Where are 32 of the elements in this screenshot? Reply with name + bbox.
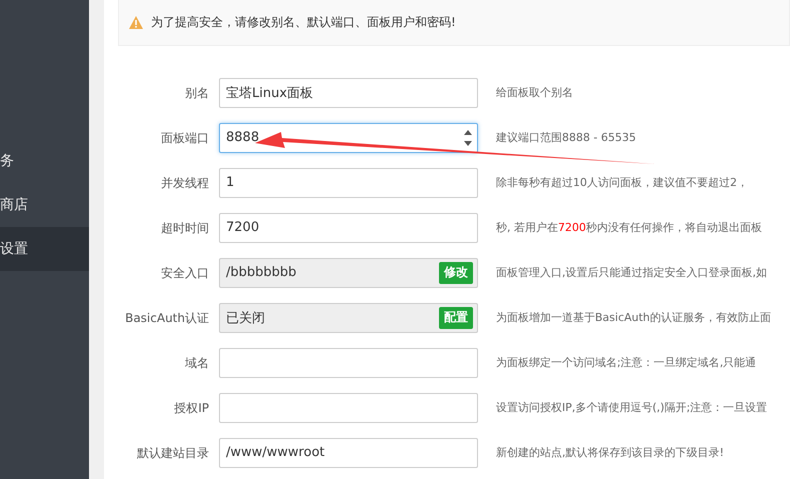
field-description: 新创建的站点,默认将保存到该目录的下级目录! bbox=[496, 445, 724, 460]
input-field[interactable]: 7200 bbox=[219, 212, 478, 242]
field-label: 别名 bbox=[184, 84, 209, 100]
field-label: 超时时间 bbox=[160, 220, 209, 236]
sidebar-item[interactable]: 商店 bbox=[0, 183, 89, 227]
field-label: 域名 bbox=[184, 354, 209, 370]
field-description: 秒, 若用户在7200秒内没有任何操作，将自动退出面板 bbox=[496, 220, 762, 235]
sidebar-item[interactable]: 设置 bbox=[0, 227, 89, 271]
field-label: 默认建站目录 bbox=[136, 444, 209, 460]
field-description: 建议端口范围8888 - 65535 bbox=[496, 130, 636, 145]
field-description: 为面板绑定一个访问域名;注意：一旦绑定域名,只能通 bbox=[496, 355, 756, 370]
input-field[interactable]: 已关闭 配置 bbox=[219, 302, 478, 332]
input-field[interactable]: 宝塔Linux面板 bbox=[219, 78, 478, 108]
field-label: 安全入口 bbox=[160, 264, 209, 280]
field-label: 面板端口 bbox=[160, 130, 209, 146]
field-description: 面板管理入口,设置后只能通过指定安全入口登录面板,如 bbox=[496, 265, 767, 280]
input-field[interactable]: 8888 bbox=[219, 122, 478, 152]
field-description: 给面板取个别名 bbox=[496, 85, 573, 100]
input-field[interactable]: /www/wwwroot bbox=[219, 438, 478, 468]
input-field[interactable]: /bbbbbbbb 修改 bbox=[219, 258, 478, 288]
field-description: 设置访问授权IP,多个请使用逗号(,)隔开;注意：一旦设置 bbox=[496, 400, 768, 415]
warning-icon bbox=[129, 16, 143, 29]
field-description: 为面板增加一道基于BasicAuth的认证服务，有效防止面 bbox=[496, 310, 771, 325]
sidebar-item[interactable]: 务 bbox=[0, 139, 89, 183]
field-description: 除非每秒有超过10人访问面板，建议值不要超过2， bbox=[496, 175, 748, 190]
input-field[interactable] bbox=[219, 392, 478, 422]
field-label: 授权IP bbox=[173, 400, 209, 416]
input-field[interactable] bbox=[219, 348, 478, 378]
input-field[interactable]: 1 bbox=[219, 168, 478, 198]
warning-text: 为了提高安全，请修改别名、默认端口、面板用户和密码! bbox=[151, 14, 456, 31]
field-label: BasicAuth认证 bbox=[124, 310, 209, 326]
field-label: 并发线程 bbox=[160, 174, 209, 190]
